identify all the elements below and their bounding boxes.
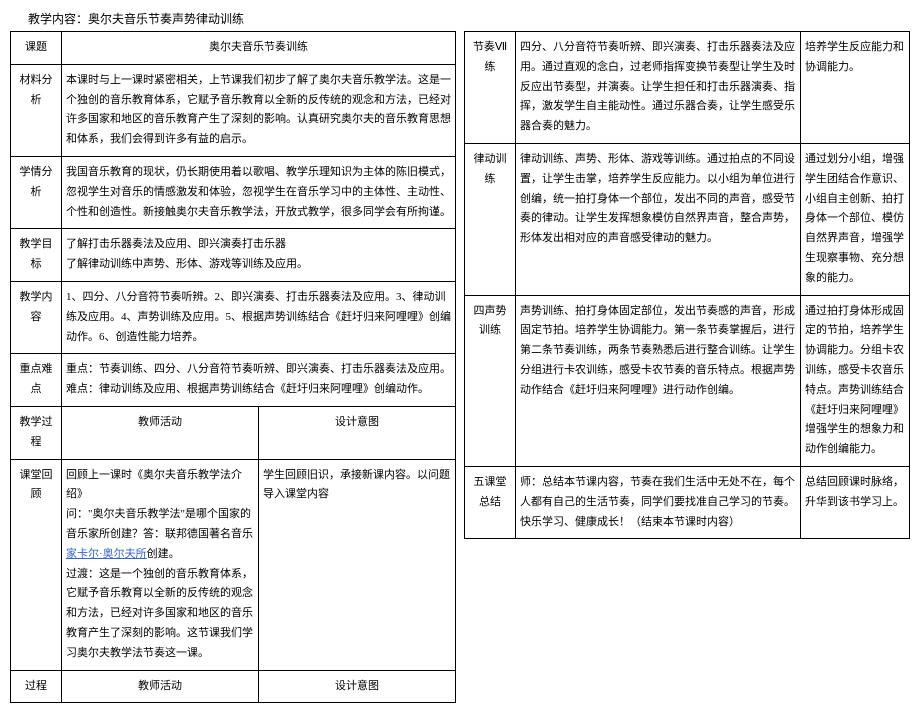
r2-label: 律动训练: [465, 143, 516, 295]
right-table: 节奏Ⅶ练 四分、八分音符节奏听辨、即兴演奏、打击乐器奏法及应用。通过直观的念白，…: [464, 31, 910, 539]
r4-label: 五课堂总结: [465, 466, 516, 538]
text-goal: 了解打击乐器奏法及应用、即兴演奏打击乐器 了解律动训练中声势、形体、游戏等训练及…: [62, 229, 456, 282]
label-key: 重点难点: [11, 354, 62, 407]
label-review: 课堂回顾: [11, 459, 62, 670]
row-proc-header: 教学过程 教师活动 设计意图: [11, 406, 456, 459]
label-topic: 课题: [11, 32, 62, 65]
row-material: 材料分析 本课时与上一课时紧密相关，上节课我们初步了解了奥尔夫音乐教学法。这是一…: [11, 64, 456, 156]
r1-right: 培养学生反应能力和协调能力。: [801, 32, 910, 144]
text-content: 1、四分、八分音符节奏听辨。2、即兴演奏、打击乐器奏法及应用。3、律动训练及应用…: [62, 281, 456, 353]
label-learn: 学情分析: [11, 156, 62, 228]
review-post: 创建。 过渡：这是一个独创的音乐教育体系，它赋予音乐教育以全新的反传统的观念和方…: [66, 548, 253, 659]
left-table: 课题 奥尔夫音乐节奏训练 材料分析 本课时与上一课时紧密相关，上节课我们初步了解…: [10, 31, 456, 703]
left-column: 课题 奥尔夫音乐节奏训练 材料分析 本课时与上一课时紧密相关，上节课我们初步了解…: [10, 31, 456, 703]
r1-mid: 四分、八分音符节奏听辨、即兴演奏、打击乐器奏法及应用。通过直观的念白，过老师指挥…: [516, 32, 801, 144]
page-title: 教学内容：奥尔夫音乐节奏声势律动训练: [10, 10, 910, 27]
review-link[interactable]: 家卡尔·奥尔夫所: [66, 548, 147, 560]
label-design: 设计意图: [259, 406, 456, 459]
r3-mid: 声势训练、拍打身体固定部位，发出节奏感的声音，形成固定节拍。培养学生协调能力。第…: [516, 295, 801, 466]
label-goal: 教学目标: [11, 229, 62, 282]
text-material: 本课时与上一课时紧密相关，上节课我们初步了解了奥尔夫音乐教学法。这是一个独创的音…: [62, 64, 456, 156]
r2-right: 通过划分小组，增强学生团结合作意识、小组自主创新、拍打身体一个部位、模仿自然界声…: [801, 143, 910, 295]
row-r3: 四声势训练 声势训练、拍打身体固定部位，发出节奏感的声音，形成固定节拍。培养学生…: [465, 295, 910, 466]
goal-line2: 了解律动训练中声势、形体、游戏等训练及应用。: [66, 258, 308, 270]
two-column-layout: 课题 奥尔夫音乐节奏训练 材料分析 本课时与上一课时紧密相关，上节课我们初步了解…: [10, 31, 910, 703]
r3-label: 四声势训练: [465, 295, 516, 466]
row-review: 课堂回顾 回顾上一课时《奥尔夫音乐教学法介绍》 问："奥尔夫音乐教学法"是哪个国…: [11, 459, 456, 670]
row-content: 教学内容 1、四分、八分音符节奏听辨。2、即兴演奏、打击乐器奏法及应用。3、律动…: [11, 281, 456, 353]
label-design2: 设计意图: [259, 670, 456, 703]
text-key: 重点：节奏训练、四分、八分音符节奏听辨、即兴演奏、打击乐器奏法及应用。难点：律动…: [62, 354, 456, 407]
row-r1: 节奏Ⅶ练 四分、八分音符节奏听辨、即兴演奏、打击乐器奏法及应用。通过直观的念白，…: [465, 32, 910, 144]
r2-mid: 律动训练、声势、形体、游戏等训练。通过拍点的不同设置，让学生击掌，培养学生反应能…: [516, 143, 801, 295]
r1-label: 节奏Ⅶ练: [465, 32, 516, 144]
row-proc-footer: 过程 教师活动 设计意图: [11, 670, 456, 703]
review-pre: 回顾上一课时《奥尔夫音乐教学法介绍》 问："奥尔夫音乐教学法"是哪个国家的音乐家…: [66, 469, 253, 540]
row-goal: 教学目标 了解打击乐器奏法及应用、即兴演奏打击乐器 了解律动训练中声势、形体、游…: [11, 229, 456, 282]
label-proc2: 过程: [11, 670, 62, 703]
label-material: 材料分析: [11, 64, 62, 156]
r3-right: 通过拍打身体形成固定的节拍，培养学生协调能力。分组卡农训练，感受卡农音乐特点。声…: [801, 295, 910, 466]
row-topic: 课题 奥尔夫音乐节奏训练: [11, 32, 456, 65]
text-learn: 我国音乐教育的现状，仍长期使用着以歌唱、教学乐理知识为主体的陈旧模式，忽视学生对…: [62, 156, 456, 228]
label-proc: 教学过程: [11, 406, 62, 459]
row-key: 重点难点 重点：节奏训练、四分、八分音符节奏听辨、即兴演奏、打击乐器奏法及应用。…: [11, 354, 456, 407]
goal-line1: 了解打击乐器奏法及应用、即兴演奏打击乐器: [66, 238, 286, 250]
label-teacher-act2: 教师活动: [62, 670, 259, 703]
right-column: 节奏Ⅶ练 四分、八分音符节奏听辨、即兴演奏、打击乐器奏法及应用。通过直观的念白，…: [464, 31, 910, 703]
review-design: 学生回顾旧识，承接新课内容。以问题导入课堂内容: [259, 459, 456, 670]
r4-right: 总结回顾课时脉络，升华到该书学习上。: [801, 466, 910, 538]
value-topic: 奥尔夫音乐节奏训练: [62, 32, 456, 65]
label-teacher-act: 教师活动: [62, 406, 259, 459]
row-learn: 学情分析 我国音乐教育的现状，仍长期使用着以歌唱、教学乐理知识为主体的陈旧模式，…: [11, 156, 456, 228]
row-r4: 五课堂总结 师：总结本节课内容，节奏在我们生活中无处不在，每个人都有自己的生活节…: [465, 466, 910, 538]
review-teacher: 回顾上一课时《奥尔夫音乐教学法介绍》 问："奥尔夫音乐教学法"是哪个国家的音乐家…: [62, 459, 259, 670]
r4-mid: 师：总结本节课内容，节奏在我们生活中无处不在，每个人都有自己的生活节奏，同学们要…: [516, 466, 801, 538]
label-content: 教学内容: [11, 281, 62, 353]
row-r2: 律动训练 律动训练、声势、形体、游戏等训练。通过拍点的不同设置，让学生击掌，培养…: [465, 143, 910, 295]
